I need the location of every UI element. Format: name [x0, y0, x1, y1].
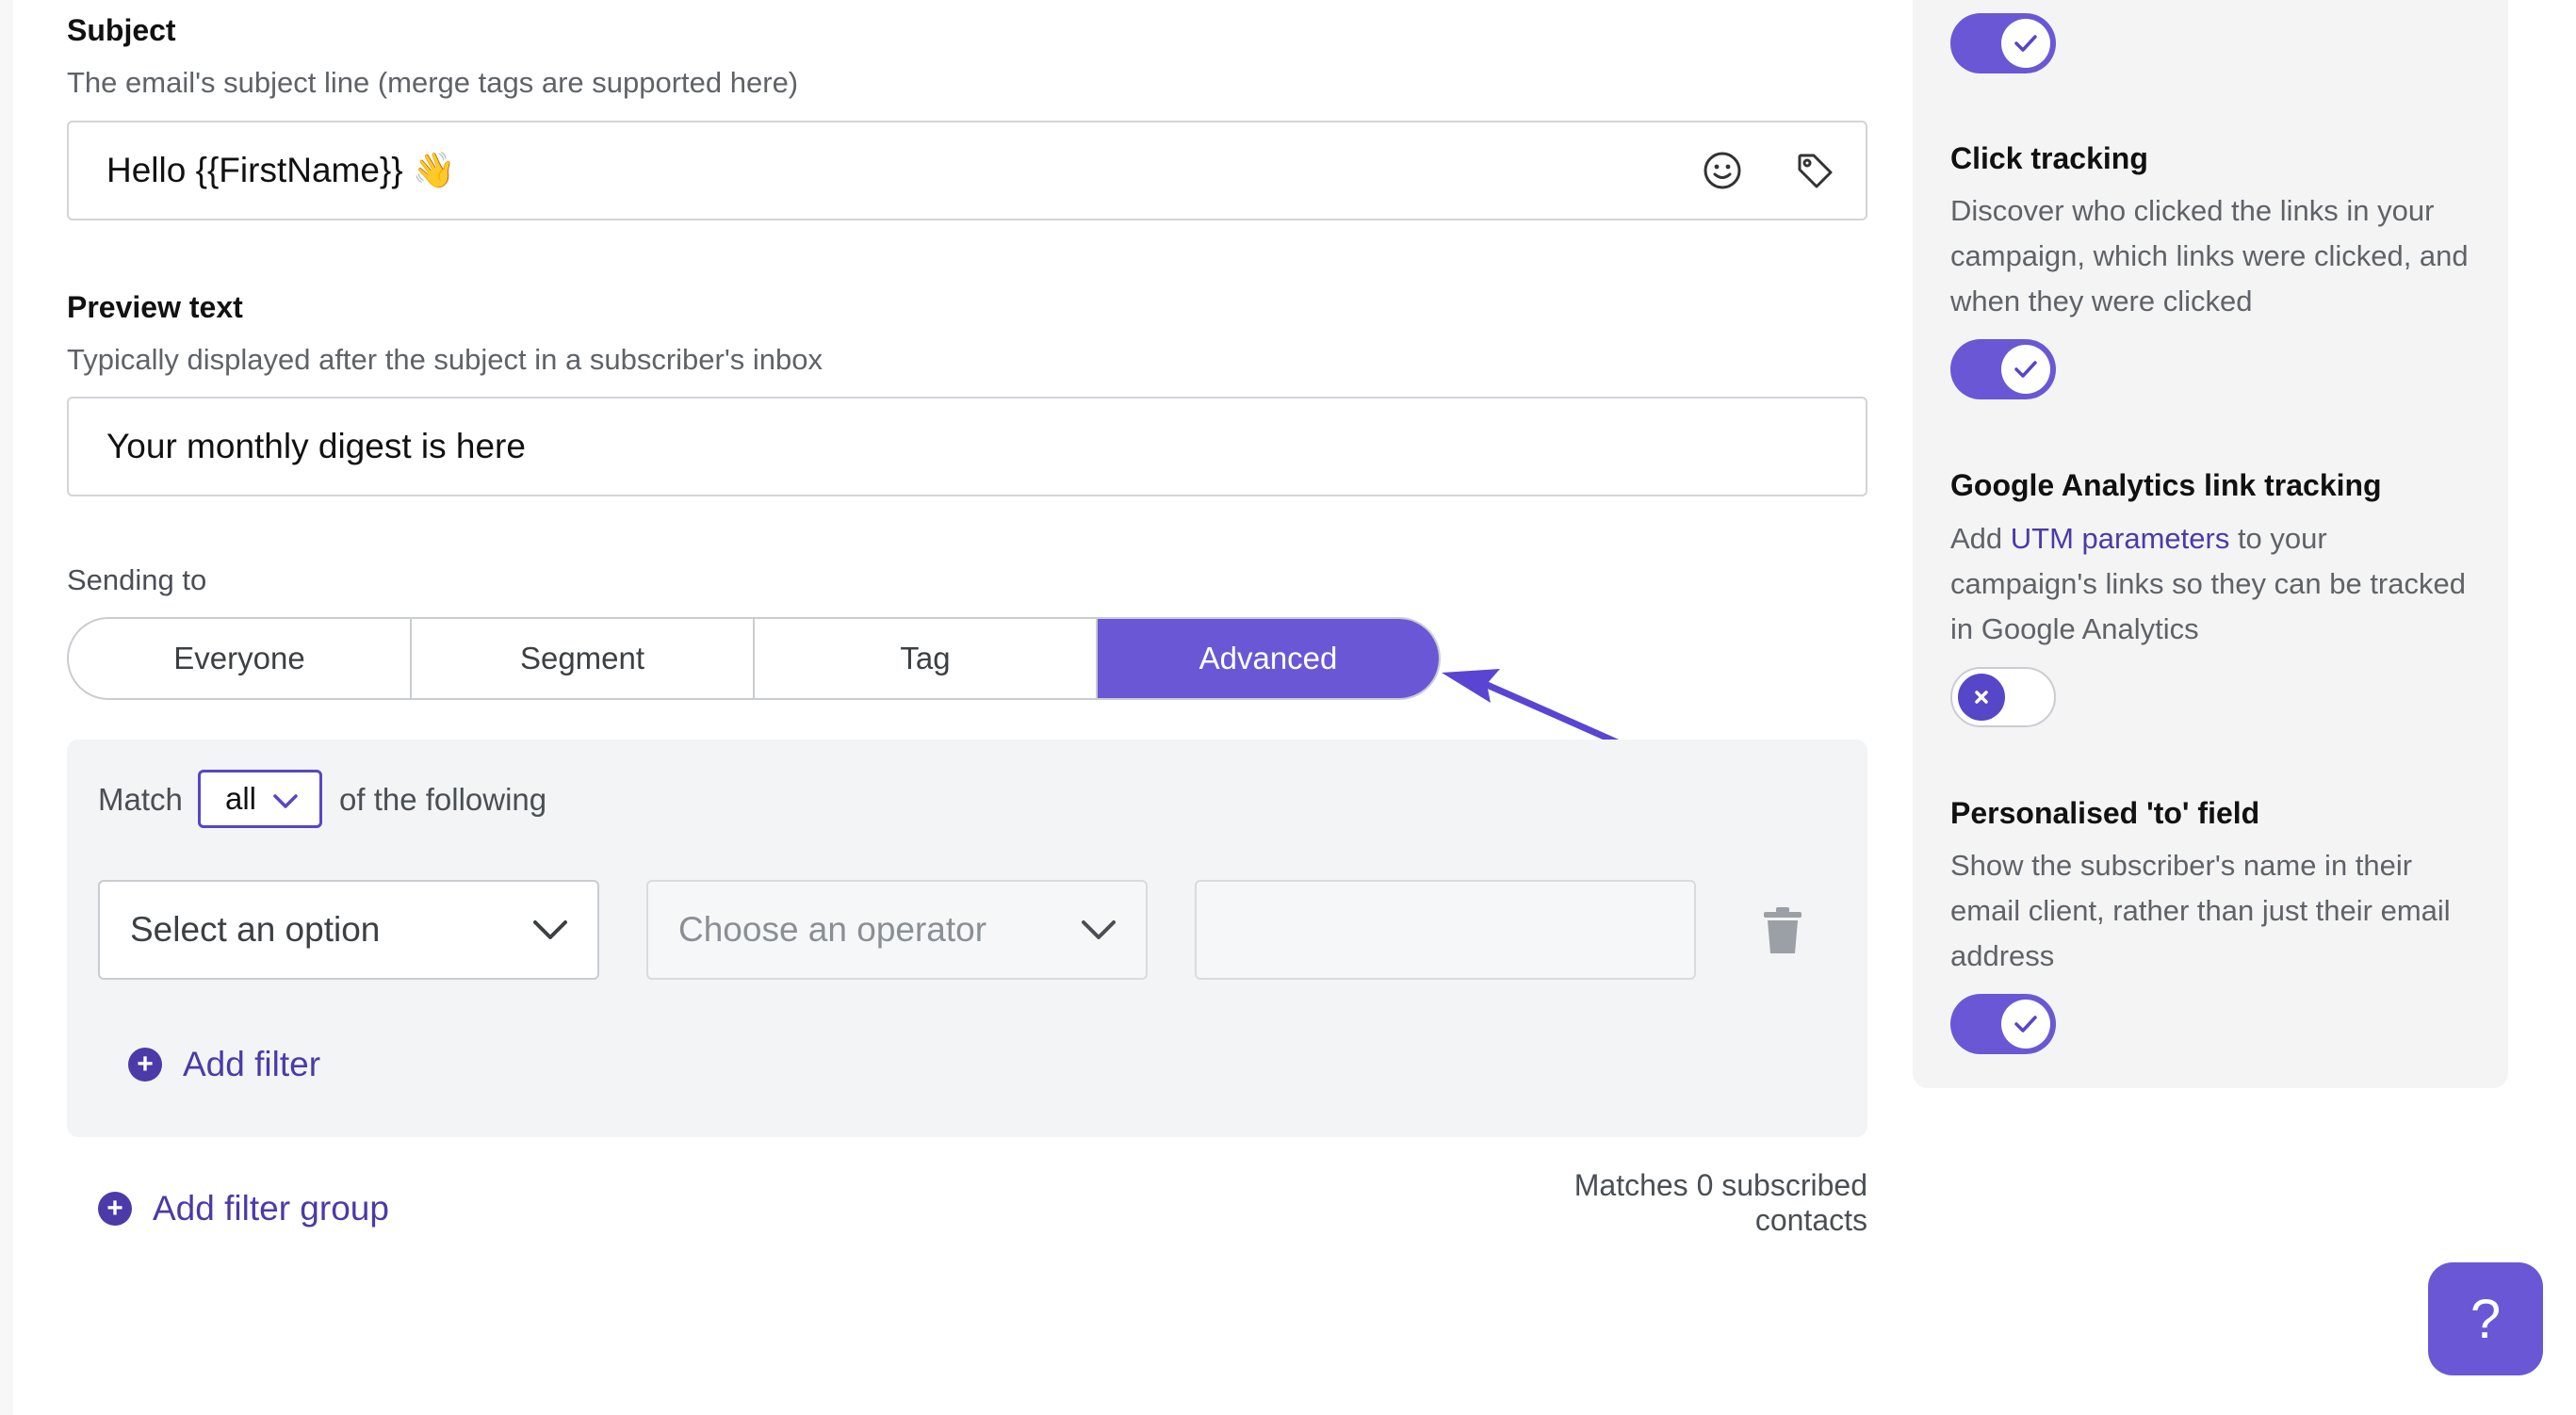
subject-input-value: Hello {{FirstName}} 👋 — [106, 150, 456, 189]
check-icon — [2001, 1000, 2050, 1049]
match-mode-select[interactable]: all — [198, 770, 322, 828]
filter-value-input[interactable] — [1195, 880, 1696, 980]
filter-operator-placeholder: Choose an operator — [678, 910, 987, 949]
sending-option-everyone[interactable]: Everyone — [69, 619, 412, 698]
chevron-down-icon — [1082, 920, 1116, 939]
close-icon — [1958, 674, 2005, 721]
sending-to-segmented-control: Everyone Segment Tag Advanced — [67, 617, 1441, 700]
preview-text-input[interactable]: Your monthly digest is here — [67, 397, 1867, 496]
personalised-to-toggle[interactable] — [1950, 994, 2056, 1054]
matches-count-text: Matches 0 subscribed contacts — [1573, 1168, 1867, 1237]
click-tracking-toggle[interactable] — [1950, 339, 2056, 399]
match-prefix: Match — [98, 782, 183, 817]
ga-tracking-toggle[interactable] — [1950, 667, 2056, 727]
preview-input-value: Your monthly digest is here — [106, 427, 526, 465]
top-setting-toggle[interactable] — [1950, 13, 2056, 73]
filter-operator-select[interactable]: Choose an operator — [646, 880, 1148, 980]
preview-label: Preview text — [67, 290, 243, 324]
match-suffix: of the following — [339, 782, 547, 817]
add-filter-group-button[interactable]: + Add filter group — [98, 1189, 389, 1228]
chevron-down-icon — [533, 920, 567, 939]
plus-circle-icon: + — [98, 1192, 132, 1226]
subject-label: Subject — [67, 13, 176, 47]
sending-to-label: Sending to — [67, 563, 207, 596]
subject-input[interactable]: Hello {{FirstName}} 👋 — [67, 121, 1867, 220]
utm-parameters-link[interactable]: UTM parameters — [2011, 522, 2230, 555]
personalised-to-desc: Show the subscriber's name in their emai… — [1950, 849, 2451, 972]
emoji-icon[interactable] — [1700, 148, 1745, 193]
ga-tracking-title: Google Analytics link tracking — [1950, 468, 2382, 502]
trash-icon[interactable] — [1762, 906, 1803, 955]
left-edge-strip — [0, 0, 13, 1415]
plus-circle-icon: + — [128, 1048, 162, 1082]
check-icon — [2001, 19, 2050, 68]
subject-help: The email's subject line (merge tags are… — [67, 66, 799, 99]
filter-field-select[interactable]: Select an option — [98, 880, 599, 980]
personalised-to-title: Personalised 'to' field — [1950, 796, 2260, 830]
ga-desc-prefix: Add — [1950, 522, 2011, 555]
ga-tracking-desc: Add UTM parameters to your campaign's li… — [1950, 516, 2478, 652]
check-icon — [2001, 345, 2050, 394]
sending-option-segment[interactable]: Segment — [412, 619, 755, 698]
help-button[interactable]: ? — [2428, 1262, 2543, 1375]
filter-field-placeholder: Select an option — [130, 910, 381, 949]
click-tracking-desc: Discover who clicked the links in your c… — [1950, 194, 2469, 317]
sending-option-tag[interactable]: Tag — [755, 619, 1098, 698]
add-filter-group-label: Add filter group — [153, 1189, 389, 1228]
preview-help: Typically displayed after the subject in… — [67, 343, 823, 376]
add-filter-label: Add filter — [183, 1045, 321, 1083]
sending-option-advanced[interactable]: Advanced — [1098, 619, 1439, 698]
match-mode-value: all — [225, 781, 257, 816]
add-filter-button[interactable]: + Add filter — [128, 1045, 320, 1084]
chevron-down-icon — [273, 794, 298, 808]
click-tracking-title: Click tracking — [1950, 141, 2148, 175]
tag-icon[interactable] — [1792, 148, 1837, 193]
